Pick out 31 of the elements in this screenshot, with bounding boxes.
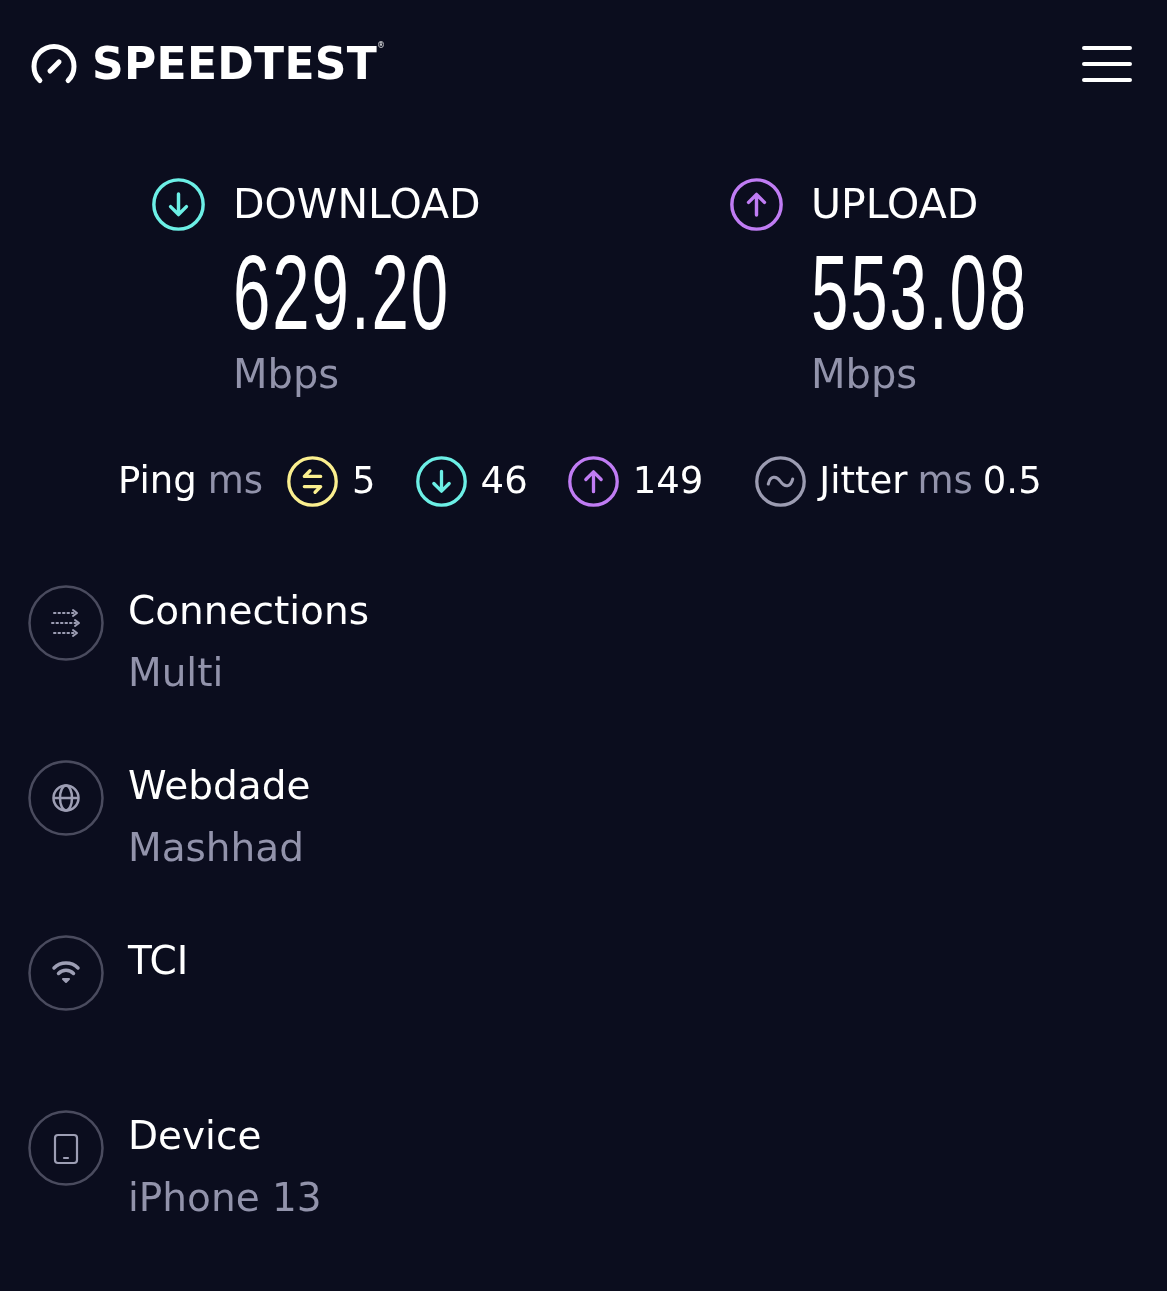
speed-value: 629.20 [233,240,451,345]
detail-title: TCI [128,937,189,985]
ping-value: 149 [632,459,704,504]
ping-value: 5 [352,459,376,504]
detail-value: iPhone 13 [128,1174,322,1222]
jitter-value: 0.5 [982,459,1042,504]
speed-value: 553.08 [811,240,1029,345]
gauge-icon [30,43,78,85]
detail-title: Device [128,1112,262,1160]
speed-unit: Mbps [811,350,918,398]
dotted-arrows-icon [28,585,104,661]
phone-icon [28,1110,104,1186]
detail-value: Mashhad [128,824,304,872]
ping-value: 46 [480,459,528,504]
detail-value: Multi [128,649,224,697]
detail-title: Connections [128,587,369,635]
menu-button[interactable] [1082,46,1132,82]
jitter-unit: ms [917,459,973,504]
detail-title: Webdade [128,762,311,810]
speed-unit: Mbps [233,350,340,398]
two-way-arrows-icon [287,456,339,507]
ping-unit: ms [207,459,264,504]
result-label: UPLOAD [811,179,979,230]
menu-icon [1082,46,1132,82]
jitter-label: Jitter [819,459,908,504]
ping-label: Ping [118,459,197,504]
logo-text: SPEEDTEST$^{®}$ [92,42,386,86]
wifi-icon [28,935,104,1011]
wave-icon [755,456,807,507]
globe-icon [28,760,104,836]
result-label: DOWNLOAD [233,179,481,230]
